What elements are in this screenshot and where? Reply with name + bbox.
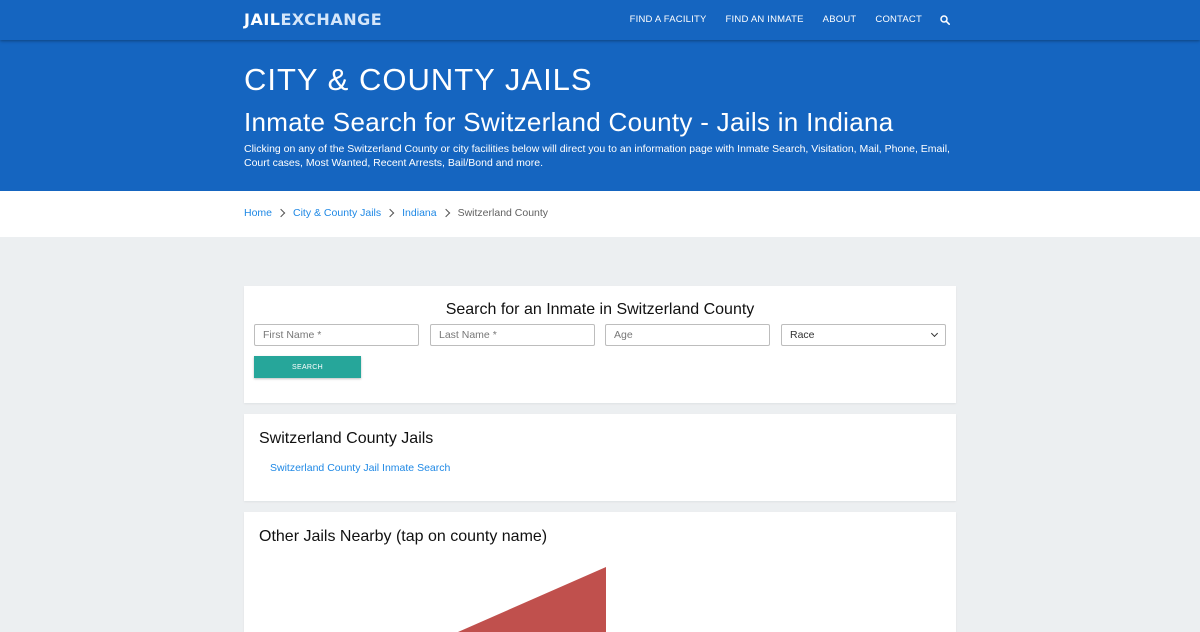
main-nav: FIND A FACILITY FIND AN INMATE ABOUT CON…: [611, 0, 950, 40]
breadcrumb: Home City & County Jails Indiana Switzer…: [0, 191, 1200, 237]
nav-find-inmate[interactable]: FIND AN INMATE: [726, 0, 804, 40]
race-select-value: Race: [790, 329, 815, 341]
nav-find-facility[interactable]: FIND A FACILITY: [630, 0, 707, 40]
chevron-right-icon: [385, 208, 395, 218]
first-name-input[interactable]: [254, 324, 419, 346]
chevron-down-icon: [930, 329, 939, 338]
search-heading: Search for an Inmate in Switzerland Coun…: [445, 301, 755, 318]
county-jails-card: Switzerland County Jails Switzerland Cou…: [244, 414, 956, 501]
breadcrumb-list: Home City & County Jails Indiana Switzer…: [244, 207, 548, 219]
county-jails-heading: Switzerland County Jails: [259, 430, 434, 447]
hero-banner: CITY & COUNTY JAILS Inmate Search for Sw…: [0, 40, 1200, 191]
page-title: CITY & COUNTY JAILS: [244, 62, 593, 97]
race-select[interactable]: Race: [781, 324, 946, 346]
breadcrumb-current: Switzerland County: [457, 207, 549, 219]
search-icon[interactable]: [940, 15, 950, 25]
brand-logo-jail: JAIL: [244, 10, 281, 29]
page-subtitle: Inmate Search for Switzerland County - J…: [244, 107, 894, 137]
county-map[interactable]: [244, 562, 956, 632]
last-name-input[interactable]: [430, 324, 595, 346]
chevron-right-icon: [276, 208, 286, 218]
chevron-right-icon: [441, 208, 450, 218]
nav-about[interactable]: ABOUT: [823, 0, 857, 40]
search-button[interactable]: SEARCH: [254, 356, 361, 378]
nearby-jails-card: Other Jails Nearby (tap on county name): [244, 512, 956, 632]
hero-description: Clicking on any of the Switzerland Count…: [244, 143, 950, 169]
jail-link[interactable]: Switzerland County Jail Inmate Search: [270, 462, 450, 474]
age-input[interactable]: [605, 324, 770, 346]
breadcrumb-home[interactable]: Home: [244, 207, 272, 219]
nav-contact[interactable]: CONTACT: [875, 0, 922, 40]
breadcrumb-indiana[interactable]: Indiana: [402, 207, 436, 219]
top-navbar: JAILEXCHANGE FIND A FACILITY FIND AN INM…: [0, 0, 1200, 40]
brand-logo-exchange: EXCHANGE: [280, 10, 383, 29]
inmate-search-card: Search for an Inmate in Switzerland Coun…: [244, 286, 956, 403]
breadcrumb-city-county-jails[interactable]: City & County Jails: [293, 207, 381, 219]
nearby-jails-heading: Other Jails Nearby (tap on county name): [259, 528, 548, 545]
brand-logo[interactable]: JAILEXCHANGE: [244, 10, 382, 30]
county-map-shape[interactable]: [458, 567, 606, 632]
